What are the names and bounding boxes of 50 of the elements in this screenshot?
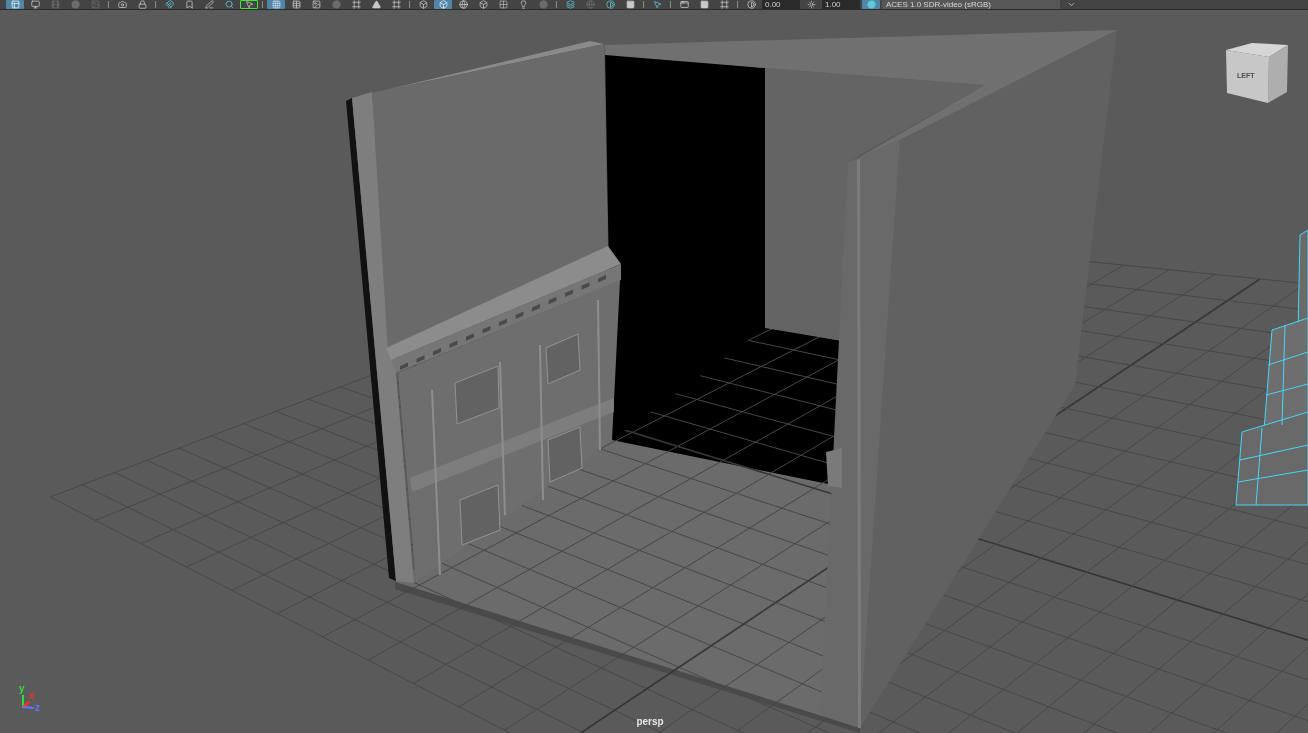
lock-icon xyxy=(137,0,147,9)
lightbulb-icon xyxy=(518,0,528,9)
camera-icon xyxy=(117,0,127,9)
circle-icon xyxy=(70,0,80,9)
hash-icon xyxy=(719,0,729,9)
toolbar-button[interactable] xyxy=(267,0,285,9)
square-icon xyxy=(625,0,635,9)
contrast-icon xyxy=(605,0,615,9)
axis-label: y xyxy=(19,683,25,694)
pointer-icon xyxy=(652,0,662,9)
triangle-icon xyxy=(371,0,381,9)
contrast-icon xyxy=(746,0,756,9)
view-transform-dropdown[interactable]: ACES 1.0 SDR-video (sRGB) xyxy=(882,0,1060,9)
cube-icon xyxy=(1224,40,1290,106)
sun-icon xyxy=(806,0,816,9)
caret-icon xyxy=(1066,0,1076,9)
bookmark-icon xyxy=(184,0,194,9)
film-icon xyxy=(50,0,60,9)
monitor-icon xyxy=(30,0,40,9)
circle-icon xyxy=(538,0,548,9)
circle-icon xyxy=(866,0,876,9)
table-icon xyxy=(291,0,301,9)
image-icon xyxy=(90,0,100,9)
image-icon xyxy=(311,0,321,9)
circle-icon xyxy=(331,0,341,9)
grid-icon xyxy=(498,0,508,9)
square-icon xyxy=(699,0,709,9)
cube-icon xyxy=(478,0,488,9)
toolbar-button[interactable] xyxy=(6,0,24,9)
axis-label: x xyxy=(29,690,35,701)
pointer-icon xyxy=(244,0,254,9)
number-field[interactable]: 1.00 xyxy=(822,0,860,9)
number-field[interactable]: 0.00 xyxy=(762,0,800,9)
camera-label: persp xyxy=(636,716,664,728)
pen-icon xyxy=(204,0,214,9)
globe-icon xyxy=(458,0,468,9)
panel-layout-icon xyxy=(10,0,20,9)
magnet-icon xyxy=(164,0,174,9)
cube-icon xyxy=(418,0,428,9)
window-icon xyxy=(679,0,689,9)
axis-label: z xyxy=(35,702,40,713)
hash-icon xyxy=(391,0,401,9)
grid-icon xyxy=(271,0,281,9)
globe-icon xyxy=(585,0,595,9)
cube-icon xyxy=(438,0,448,9)
hash-icon xyxy=(351,0,361,9)
toolbar-button[interactable] xyxy=(434,0,452,9)
search-icon xyxy=(224,0,234,9)
layers-icon xyxy=(565,0,575,9)
toolbar-button[interactable] xyxy=(240,0,258,9)
